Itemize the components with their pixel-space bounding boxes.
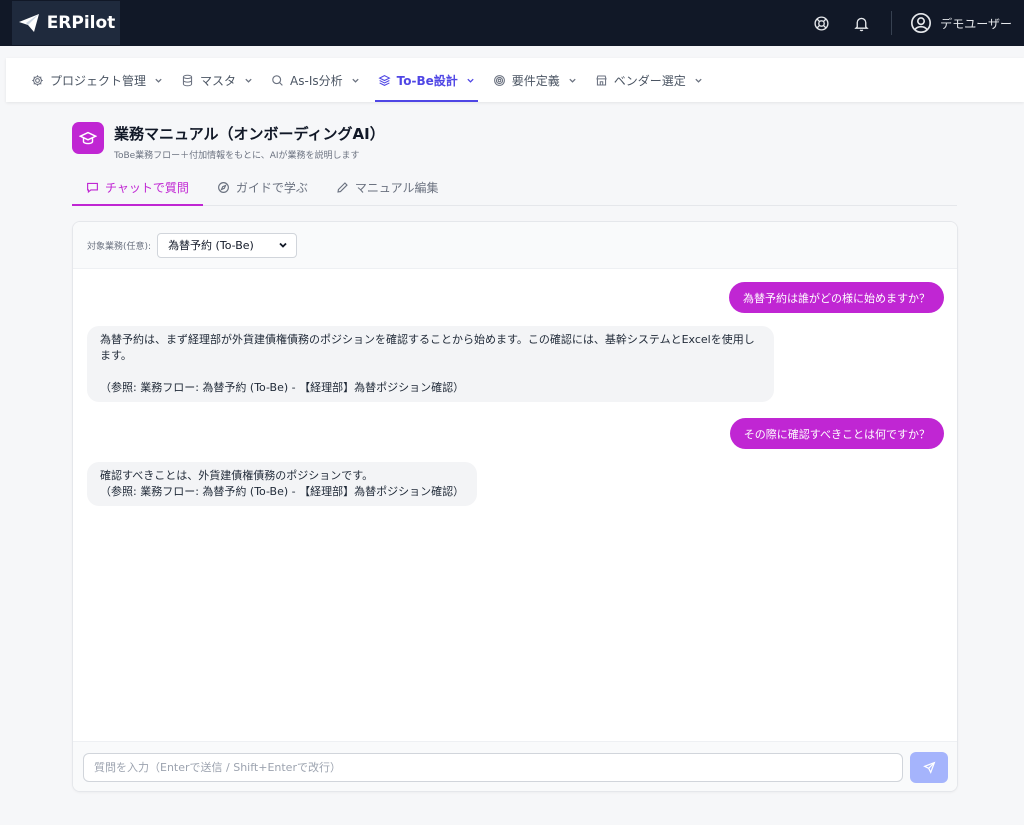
target-icon	[493, 74, 505, 86]
user-message: 為替予約は誰がどの様に始めますか？	[729, 282, 944, 313]
select-value: 為替予約 (To-Be)	[168, 239, 254, 252]
graduation-cap-icon	[79, 131, 97, 145]
tab-label: ガイドで学ぶ	[235, 181, 308, 195]
top-divider	[891, 11, 893, 35]
nav-label: To-Be設計	[396, 73, 458, 88]
brand-logo[interactable]: ERPilot	[12, 1, 120, 45]
tab-chat[interactable]: チャットで質問	[72, 170, 203, 206]
nav-item-requirements[interactable]: 要件定義	[484, 58, 586, 102]
tab-label: チャットで質問	[105, 181, 189, 195]
chevron-down-icon	[245, 78, 252, 83]
chevron-down-icon	[569, 78, 576, 83]
message-list: 為替予約は誰がどの様に始めますか？ 為替予約は、まず経理部が外貨建債権債務のポジ…	[73, 270, 957, 740]
user-menu[interactable]: デモユーザー	[902, 12, 1012, 34]
question-input[interactable]	[83, 752, 903, 782]
search-icon	[272, 74, 283, 86]
nav-item-asis[interactable]: As-Is分析	[262, 58, 369, 102]
message-text: 為替予約は、まず経理部が外貨建債権債務のポジションを確認することから始めます。こ…	[100, 333, 755, 394]
notifications-button[interactable]	[841, 0, 881, 46]
chevron-down-icon	[467, 78, 474, 83]
message-text: その際に確認すべきことは何ですか？	[743, 427, 930, 441]
user-icon	[911, 13, 932, 33]
chat-panel: 対象業務(任意): 為替予約 (To-Be) 為替予約は誰がどの様に始めますか？…	[72, 221, 958, 792]
paper-plane-icon	[18, 14, 39, 32]
nav-item-project[interactable]: プロジェクト管理	[22, 58, 172, 102]
page-header: 業務マニュアル（オンボーディングAI） ToBe業務フロー＋付加情報をもとに、A…	[72, 122, 385, 161]
chevron-down-icon	[279, 242, 287, 248]
chevron-down-icon	[351, 78, 359, 83]
view-tabs: チャットで質問 ガイドで学ぶ マニュアル編集	[72, 170, 957, 206]
chat-filter-bar: 対象業務(任意): 為替予約 (To-Be)	[73, 222, 957, 269]
nav-label: 要件定義	[511, 73, 560, 88]
nav-item-tobe[interactable]: To-Be設計	[369, 58, 484, 102]
send-icon	[922, 761, 935, 774]
tab-label: マニュアル編集	[354, 181, 439, 195]
chevron-down-icon	[155, 78, 162, 83]
tab-edit[interactable]: マニュアル編集	[322, 170, 453, 205]
pencil-icon	[337, 182, 348, 193]
user-name: デモユーザー	[940, 16, 1012, 31]
nav-label: プロジェクト管理	[50, 73, 147, 88]
main-nav: プロジェクト管理 マスタ As-Is分析 To-Be設計 要件定義 ベンダー選定	[6, 58, 1024, 102]
database-icon	[182, 74, 193, 86]
message-text: 為替予約は誰がどの様に始めますか？	[743, 291, 930, 305]
user-message: その際に確認すべきことは何ですか？	[729, 418, 944, 449]
brand-name: ERPilot	[46, 13, 116, 33]
ai-message: 確認すべきことは、外貨建債権債務のポジションです。 （参照: 業務フロー: 為替…	[87, 462, 478, 506]
nav-label: マスタ	[200, 73, 237, 88]
ai-message: 為替予約は、まず経理部が外貨建債権債務のポジションを確認することから始めます。こ…	[87, 326, 774, 402]
business-select[interactable]: 為替予約 (To-Be)	[157, 232, 298, 258]
chevron-down-icon	[695, 78, 702, 83]
layers-icon	[378, 74, 391, 86]
compass-icon	[217, 182, 229, 193]
top-bar: ERPilot デモユーザー	[0, 0, 1024, 46]
page-subtitle: ToBe業務フロー＋付加情報をもとに、AIが業務を説明します	[114, 151, 360, 161]
nav-label: As-Is分析	[290, 73, 343, 88]
message-text: 確認すべきことは、外貨建債権債務のポジションです。 （参照: 業務フロー: 為替…	[100, 469, 465, 498]
tab-guide[interactable]: ガイドで学ぶ	[203, 170, 322, 205]
send-button[interactable]	[910, 751, 948, 783]
lifebuoy-icon	[814, 15, 829, 31]
nav-label: ベンダー選定	[613, 73, 686, 88]
filter-label: 対象業務(任意):	[87, 241, 152, 252]
graduation-cap-badge	[72, 122, 104, 154]
store-icon	[596, 75, 607, 85]
nav-item-master[interactable]: マスタ	[172, 58, 262, 102]
nav-item-vendor[interactable]: ベンダー選定	[586, 58, 712, 102]
chat-icon	[87, 182, 98, 194]
page-title: 業務マニュアル（オンボーディングAI）	[114, 125, 385, 143]
bell-icon	[854, 17, 869, 31]
gear-icon	[32, 74, 43, 86]
chat-input-bar	[73, 741, 957, 791]
help-button[interactable]	[801, 0, 841, 46]
